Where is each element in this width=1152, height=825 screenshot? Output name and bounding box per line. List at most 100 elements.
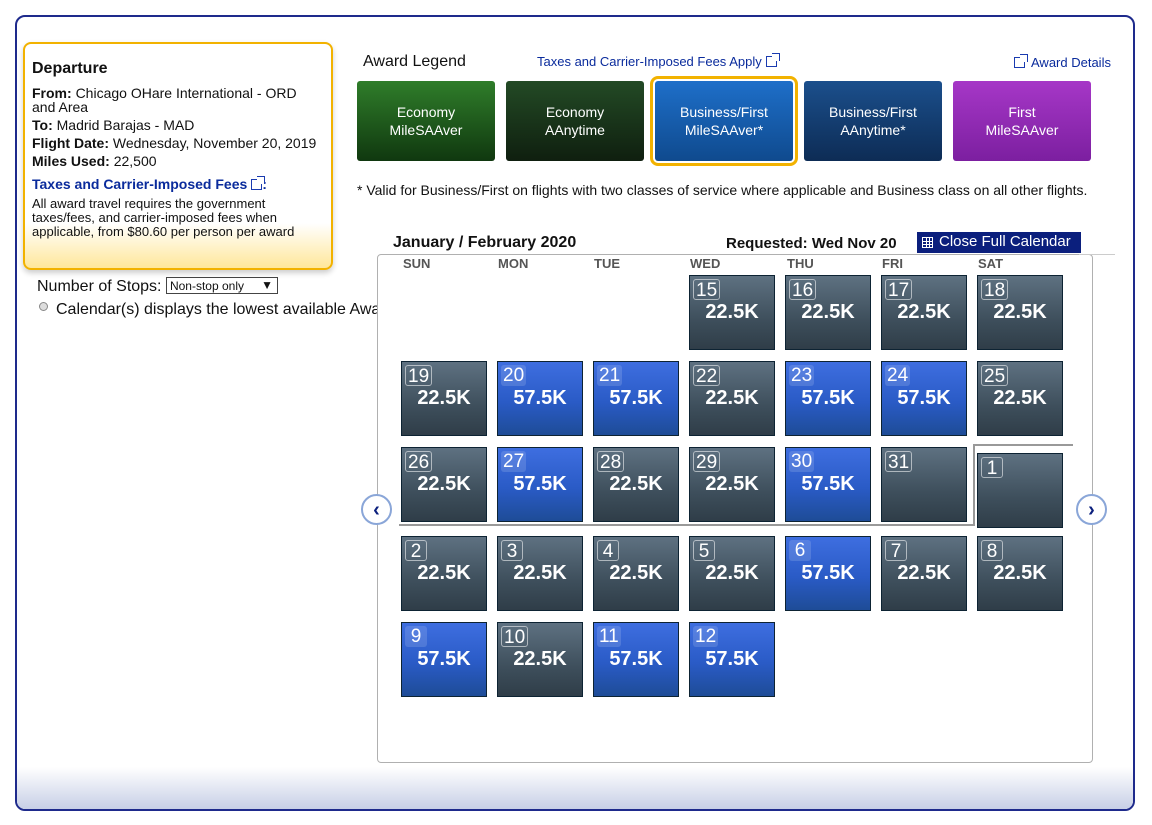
day-number: 3 [501, 540, 523, 562]
calendar-day-cell[interactable]: 10 22.5K [497, 622, 583, 697]
calendar-day-cell[interactable]: 25 22.5K [977, 361, 1063, 436]
calendar-day-cell[interactable]: 7 22.5K [881, 536, 967, 611]
calendar-day-cell[interactable]: 12 57.5K [689, 622, 775, 697]
dow-thu: THU [787, 256, 814, 271]
prev-month-button[interactable]: ‹ [361, 494, 392, 525]
external-link-icon[interactable] [1014, 54, 1028, 68]
departure-summary: Departure From: Chicago OHare Internatio… [23, 42, 333, 270]
day-miles: 57.5K [609, 387, 663, 409]
dow-tue: TUE [594, 256, 620, 271]
dow-fri: FRI [882, 256, 903, 271]
stops-label: Number of Stops: [37, 278, 162, 295]
calendar-day-cell[interactable]: 4 22.5K [593, 536, 679, 611]
day-number: 28 [597, 451, 625, 473]
day-miles: 57.5K [513, 387, 567, 409]
day-number: 25 [981, 365, 1009, 387]
calendar-day-cell[interactable]: 30 57.5K [785, 447, 871, 522]
panel-footer [17, 767, 1133, 809]
day-miles: 22.5K [897, 562, 951, 584]
calendar-day-cell[interactable]: 5 22.5K [689, 536, 775, 611]
calendar-day-cell[interactable]: 15 22.5K [689, 275, 775, 350]
external-link-icon[interactable] [251, 176, 266, 190]
day-number: 26 [405, 451, 433, 473]
flight-date-label: Flight Date: [32, 135, 109, 151]
calendar-day-cell[interactable]: 28 22.5K [593, 447, 679, 522]
month-boundary-line [973, 445, 975, 526]
day-number: 20 [501, 365, 527, 386]
bullet-icon [39, 302, 48, 311]
from-value: Chicago OHare International - ORD and Ar… [32, 85, 297, 115]
award-details-link[interactable]: Award Details [1031, 55, 1111, 70]
day-number: 31 [885, 451, 913, 473]
to-value: Madrid Barajas - MAD [56, 117, 195, 133]
day-miles: 22.5K [513, 648, 567, 670]
calendar-day-cell[interactable]: 3 22.5K [497, 536, 583, 611]
day-miles: 22.5K [993, 301, 1047, 323]
legend-line1: Economy [396, 104, 456, 120]
calendar-day-cell[interactable]: 2 22.5K [401, 536, 487, 611]
day-miles: 22.5K [417, 562, 471, 584]
day-number: 9 [405, 626, 427, 647]
legend-line1: Economy [545, 104, 605, 120]
legend-line2: AAnytime [545, 122, 605, 138]
calendar-day-cell[interactable]: 31 [881, 447, 967, 522]
calendar-day-cell[interactable]: 27 57.5K [497, 447, 583, 522]
chevron-right-icon: › [1088, 498, 1095, 521]
legend-title: Award Legend [363, 53, 466, 70]
chevron-left-icon: ‹ [373, 498, 380, 521]
dow-sat: SAT [978, 256, 1004, 271]
number-of-stops: Number of Stops: Non-stop only ▼ [37, 277, 278, 296]
calendar-day-cell[interactable]: 9 57.5K [401, 622, 487, 697]
calendar-day-cell[interactable]: 23 57.5K [785, 361, 871, 436]
calendar-grid-icon [922, 237, 933, 248]
day-number: 11 [597, 626, 621, 647]
flight-date-row: Flight Date: Wednesday, November 20, 201… [32, 136, 323, 150]
dow-sun: SUN [403, 256, 431, 271]
calendar-day-cell[interactable]: 21 57.5K [593, 361, 679, 436]
day-miles: 57.5K [897, 387, 951, 409]
calendar-day-cell[interactable]: 16 22.5K [785, 275, 871, 350]
stops-select[interactable]: Non-stop only ▼ [165, 277, 278, 294]
miles-used-value: 22,500 [113, 153, 157, 169]
day-miles: 22.5K [417, 387, 471, 409]
legend-line2: MileSAAver* [684, 122, 764, 138]
day-miles: 22.5K [705, 562, 759, 584]
legend-line2: AAnytime* [840, 122, 906, 138]
calendar-day-cell[interactable]: 11 57.5K [593, 622, 679, 697]
external-link-icon[interactable] [765, 53, 780, 67]
fees-description: All award travel requires the government… [32, 196, 295, 239]
calendar-day-cell[interactable]: 6 57.5K [785, 536, 871, 611]
departure-title: Departure [32, 60, 108, 77]
calendar-day-cell[interactable]: 8 22.5K [977, 536, 1063, 611]
calendar-day-cell[interactable]: 26 22.5K [401, 447, 487, 522]
day-number: 12 [693, 626, 719, 647]
day-miles: 57.5K [609, 648, 663, 670]
taxes-fees-apply-row: Taxes and Carrier-Imposed Fees Apply [537, 53, 780, 69]
calendar-day-cell[interactable]: 1 [977, 453, 1063, 528]
stops-selected-value: Non-stop only [169, 279, 244, 293]
from-row: From: Chicago OHare International - ORD … [32, 86, 323, 114]
taxes-fees-apply-link[interactable]: Taxes and Carrier-Imposed Fees Apply [537, 54, 762, 69]
calendar-day-cell[interactable]: 17 22.5K [881, 275, 967, 350]
day-number: 5 [693, 540, 715, 562]
dropdown-arrow-icon: ▼ [261, 278, 273, 292]
to-label: To: [32, 117, 53, 133]
calendar-day-cell[interactable]: 22 22.5K [689, 361, 775, 436]
day-miles: 22.5K [993, 387, 1047, 409]
day-number: 1 [981, 457, 1003, 479]
close-full-calendar-button[interactable]: Close Full Calendar [917, 232, 1081, 253]
calendar-day-cell[interactable]: 20 57.5K [497, 361, 583, 436]
dow-wed: WED [690, 256, 721, 271]
calendar-day-cell[interactable]: 29 22.5K [689, 447, 775, 522]
next-month-button[interactable]: › [1076, 494, 1107, 525]
calendar-day-cell[interactable]: 18 22.5K [977, 275, 1063, 350]
calendar-day-cell[interactable]: 19 22.5K [401, 361, 487, 436]
to-row: To: Madrid Barajas - MAD [32, 118, 323, 132]
day-number: 22 [693, 365, 721, 387]
calendar-day-cell[interactable]: 24 57.5K [881, 361, 967, 436]
fees-link-row: Taxes and Carrier-Imposed Fees: [32, 176, 323, 192]
validity-note: * Valid for Business/First on flights wi… [357, 182, 1088, 198]
day-number: 16 [789, 279, 817, 301]
taxes-fees-link[interactable]: Taxes and Carrier-Imposed Fees [32, 176, 247, 192]
day-miles: 57.5K [801, 562, 855, 584]
